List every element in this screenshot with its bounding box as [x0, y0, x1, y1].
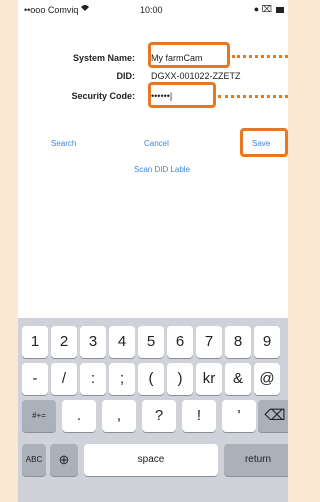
did-label: DID:: [116, 71, 136, 81]
key[interactable]: 6: [167, 326, 193, 358]
security-code-label: Security Code:: [71, 91, 135, 101]
key[interactable]: 2: [51, 326, 77, 358]
status-bar: ••ooo Comviq 10:00 ● ⌧: [18, 0, 288, 20]
abc-key[interactable]: ABC: [22, 444, 46, 476]
key[interactable]: ?: [142, 400, 176, 432]
key[interactable]: 1: [22, 326, 48, 358]
key[interactable]: -: [22, 363, 48, 395]
key[interactable]: /: [51, 363, 77, 395]
return-key[interactable]: return: [224, 444, 288, 476]
key[interactable]: !: [182, 400, 216, 432]
key[interactable]: &: [225, 363, 251, 395]
key[interactable]: .: [62, 400, 96, 432]
save-highlight: [240, 128, 288, 157]
security-code-highlight: [148, 82, 216, 108]
battery-icon: [276, 7, 284, 13]
key[interactable]: ': [222, 400, 256, 432]
system-name-pointer: [232, 55, 288, 58]
status-time: 10:00: [140, 5, 163, 15]
backspace-icon: ⌫: [264, 407, 286, 424]
key[interactable]: ): [167, 363, 193, 395]
scan-did-button[interactable]: Scan DID Lable: [134, 165, 190, 174]
phone-screen: ••ooo Comviq 10:00 ● ⌧ System Name: My f…: [18, 0, 288, 502]
key[interactable]: 5: [138, 326, 164, 358]
symbols-toggle-key[interactable]: #+=: [22, 400, 56, 432]
numeric-keyboard: 123456789 - /:;() kr & @ #+= .,?! ' ⌫ ABC ⊕ s…: [18, 318, 288, 502]
carrier-label: ••ooo Comviq: [24, 5, 79, 15]
search-button[interactable]: Search: [51, 139, 76, 148]
key[interactable]: :: [80, 363, 106, 395]
status-indicators: ● ⌧: [253, 4, 272, 14]
key[interactable]: 4: [109, 326, 135, 358]
globe-icon: ⊕: [58, 452, 70, 467]
key[interactable]: 3: [80, 326, 106, 358]
key[interactable]: 9: [254, 326, 280, 358]
key[interactable]: 8: [225, 326, 251, 358]
security-code-pointer: [218, 95, 288, 98]
key[interactable]: ,: [102, 400, 136, 432]
key[interactable]: @: [254, 363, 280, 395]
key[interactable]: kr: [196, 363, 222, 395]
wifi-icon: [80, 4, 90, 14]
space-key[interactable]: space: [84, 444, 218, 476]
system-name-label: System Name:: [72, 53, 135, 63]
key[interactable]: (: [138, 363, 164, 395]
key[interactable]: ;: [109, 363, 135, 395]
system-name-highlight: [148, 42, 230, 68]
cancel-button[interactable]: Cancel: [144, 139, 169, 148]
key[interactable]: 7: [196, 326, 222, 358]
did-value: DGXX-001022-ZZETZ: [151, 71, 241, 81]
globe-key[interactable]: ⊕: [50, 444, 78, 476]
backspace-key[interactable]: ⌫: [258, 400, 288, 432]
